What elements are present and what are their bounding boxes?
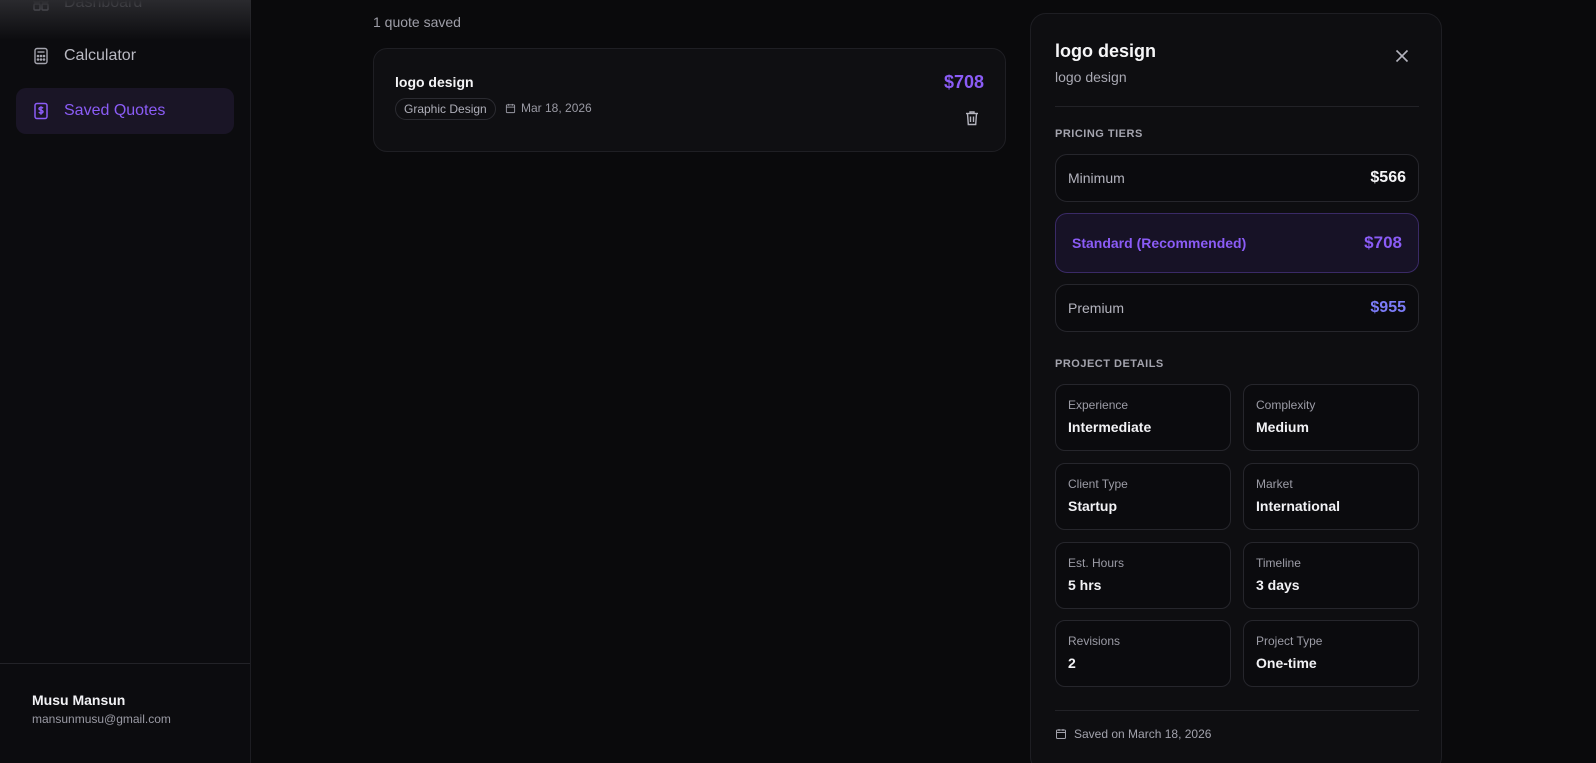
panel-subtitle: logo design — [1055, 69, 1127, 85]
tier-price: $708 — [1364, 233, 1402, 252]
detail-label: Project Type — [1256, 634, 1323, 648]
pricing-tiers-heading: PRICING TIERS — [1055, 128, 1143, 140]
detail-project-type: Project Type One-time — [1243, 620, 1419, 687]
sidebar-item-saved-quotes[interactable]: Saved Quotes — [16, 88, 234, 134]
tier-price: $566 — [1370, 169, 1406, 186]
quote-date: Mar 18, 2026 — [505, 101, 592, 115]
user-email: mansunmusu@gmail.com — [32, 712, 171, 726]
detail-complexity: Complexity Medium — [1243, 384, 1419, 451]
close-icon[interactable] — [1393, 47, 1411, 65]
panel-title: logo design — [1055, 41, 1156, 61]
tier-standard[interactable]: Standard (Recommended) $708 — [1055, 213, 1419, 273]
detail-label: Revisions — [1068, 634, 1121, 648]
quote-price: $708 — [943, 72, 984, 92]
detail-label: Client Type — [1068, 477, 1128, 491]
detail-label: Est. Hours — [1068, 556, 1125, 570]
detail-label: Experience — [1068, 398, 1129, 412]
sidebar-item-calculator[interactable]: Calculator — [16, 33, 234, 79]
dollar-document-icon — [34, 102, 48, 120]
tier-price: $955 — [1370, 299, 1406, 316]
detail-market: Market International — [1243, 463, 1419, 530]
saved-on-text: Saved on March 18, 2026 — [1074, 727, 1212, 741]
sidebar-item-label: Calculator — [64, 47, 137, 64]
divider — [1055, 710, 1419, 711]
category-tag: Graphic Design — [395, 98, 496, 120]
calculator-icon — [34, 47, 48, 65]
quote-title: logo design — [395, 74, 474, 90]
detail-value: International — [1256, 498, 1341, 514]
detail-value: Startup — [1068, 498, 1117, 514]
detail-label: Timeline — [1256, 556, 1301, 570]
calendar-icon — [1056, 729, 1066, 739]
dashboard-icon — [33, 0, 49, 11]
detail-value: Medium — [1256, 419, 1309, 435]
saved-on: Saved on March 18, 2026 — [1055, 727, 1211, 741]
tier-minimum[interactable]: Minimum $566 — [1055, 154, 1419, 202]
detail-label: Complexity — [1256, 398, 1316, 412]
detail-timeline: Timeline 3 days — [1243, 542, 1419, 609]
tier-label: Standard (Recommended) — [1072, 235, 1247, 251]
divider — [1055, 106, 1419, 107]
calendar-icon — [505, 103, 516, 113]
sidebar-item-label: Dashboard — [64, 0, 143, 11]
detail-label: Market — [1256, 477, 1293, 491]
tier-label: Premium — [1068, 300, 1125, 316]
sidebar-item-dashboard[interactable]: Dashboard — [16, 0, 234, 26]
quote-count: 1 quote saved — [373, 14, 461, 30]
detail-value: One-time — [1256, 655, 1317, 671]
trash-icon[interactable] — [963, 109, 981, 127]
tier-label: Minimum — [1068, 170, 1125, 186]
project-details-heading: PROJECT DETAILS — [1055, 358, 1164, 370]
quote-date-text: Mar 18, 2026 — [521, 101, 592, 115]
detail-value: 3 days — [1256, 577, 1300, 593]
detail-revisions: Revisions 2 — [1055, 620, 1231, 687]
detail-est-hours: Est. Hours 5 hrs — [1055, 542, 1231, 609]
detail-experience: Experience Intermediate — [1055, 384, 1231, 451]
user-profile[interactable]: Musu Mansun mansunmusu@gmail.com — [0, 663, 250, 763]
sidebar: Dashboard Calculator Saved Quotes Musu M… — [0, 0, 251, 763]
detail-value: 5 hrs — [1068, 577, 1102, 593]
detail-value: 2 — [1068, 655, 1076, 671]
detail-client-type: Client Type Startup — [1055, 463, 1231, 530]
quote-detail-panel: logo design logo design PRICING TIERS Mi… — [1030, 13, 1442, 763]
tier-premium[interactable]: Premium $955 — [1055, 284, 1419, 332]
quote-card[interactable]: logo design Graphic Design Mar 18, 2026 … — [373, 48, 1006, 152]
user-name: Musu Mansun — [32, 692, 126, 708]
sidebar-item-label: Saved Quotes — [64, 102, 166, 119]
detail-value: Intermediate — [1068, 419, 1152, 435]
